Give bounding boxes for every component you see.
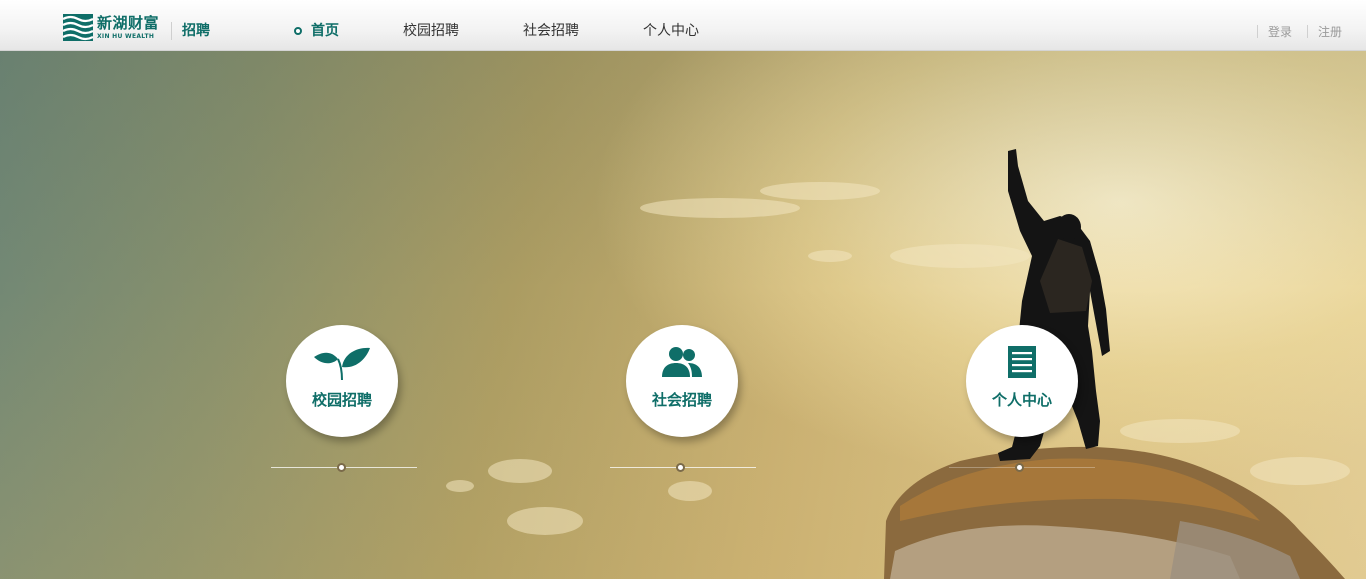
nav-item-social[interactable]: 社会招聘 (523, 22, 579, 40)
campus-recruit-button[interactable]: 校园招聘 (286, 325, 398, 437)
card-indicator (271, 463, 417, 473)
active-indicator-icon (294, 27, 302, 35)
account-divider (1257, 25, 1258, 38)
brand-name-en: XIN HU WEALTH (97, 33, 155, 40)
nav-item-campus[interactable]: 校园招聘 (403, 22, 459, 40)
card-indicator (949, 463, 1095, 473)
indicator-dot (1015, 463, 1024, 472)
brand-section-title: 招聘 (182, 23, 210, 39)
hero-banner: 校园招聘 社会招聘 个人中心 (0, 51, 1366, 579)
users-icon (662, 347, 702, 377)
logo-divider (171, 22, 172, 40)
logo-waves-icon (63, 14, 93, 41)
account-divider (1307, 25, 1308, 38)
card-indicator (610, 463, 756, 473)
card-label: 个人中心 (991, 391, 1052, 409)
personal-center-button[interactable]: 个人中心 (966, 325, 1078, 437)
hero-background-image (446, 149, 1350, 579)
site-header: 新湖财富 XIN HU WEALTH 招聘 首页 校园招聘 社会招聘 个人中心 … (0, 0, 1366, 51)
document-list-icon (1008, 346, 1036, 378)
nav-item-home[interactable]: 首页 (311, 22, 339, 40)
indicator-dot (676, 463, 685, 472)
social-recruit-button[interactable]: 社会招聘 (626, 325, 738, 437)
nav-item-personal[interactable]: 个人中心 (643, 22, 699, 40)
brand-name-cn: 新湖财富 (97, 14, 160, 32)
login-link[interactable]: 登录 (1268, 24, 1292, 40)
register-link[interactable]: 注册 (1318, 24, 1342, 40)
indicator-dot (337, 463, 346, 472)
brand-logo[interactable]: 新湖财富 XIN HU WEALTH (63, 14, 159, 42)
card-label: 校园招聘 (311, 391, 372, 409)
card-label: 社会招聘 (651, 391, 712, 409)
sprout-icon (314, 347, 370, 381)
